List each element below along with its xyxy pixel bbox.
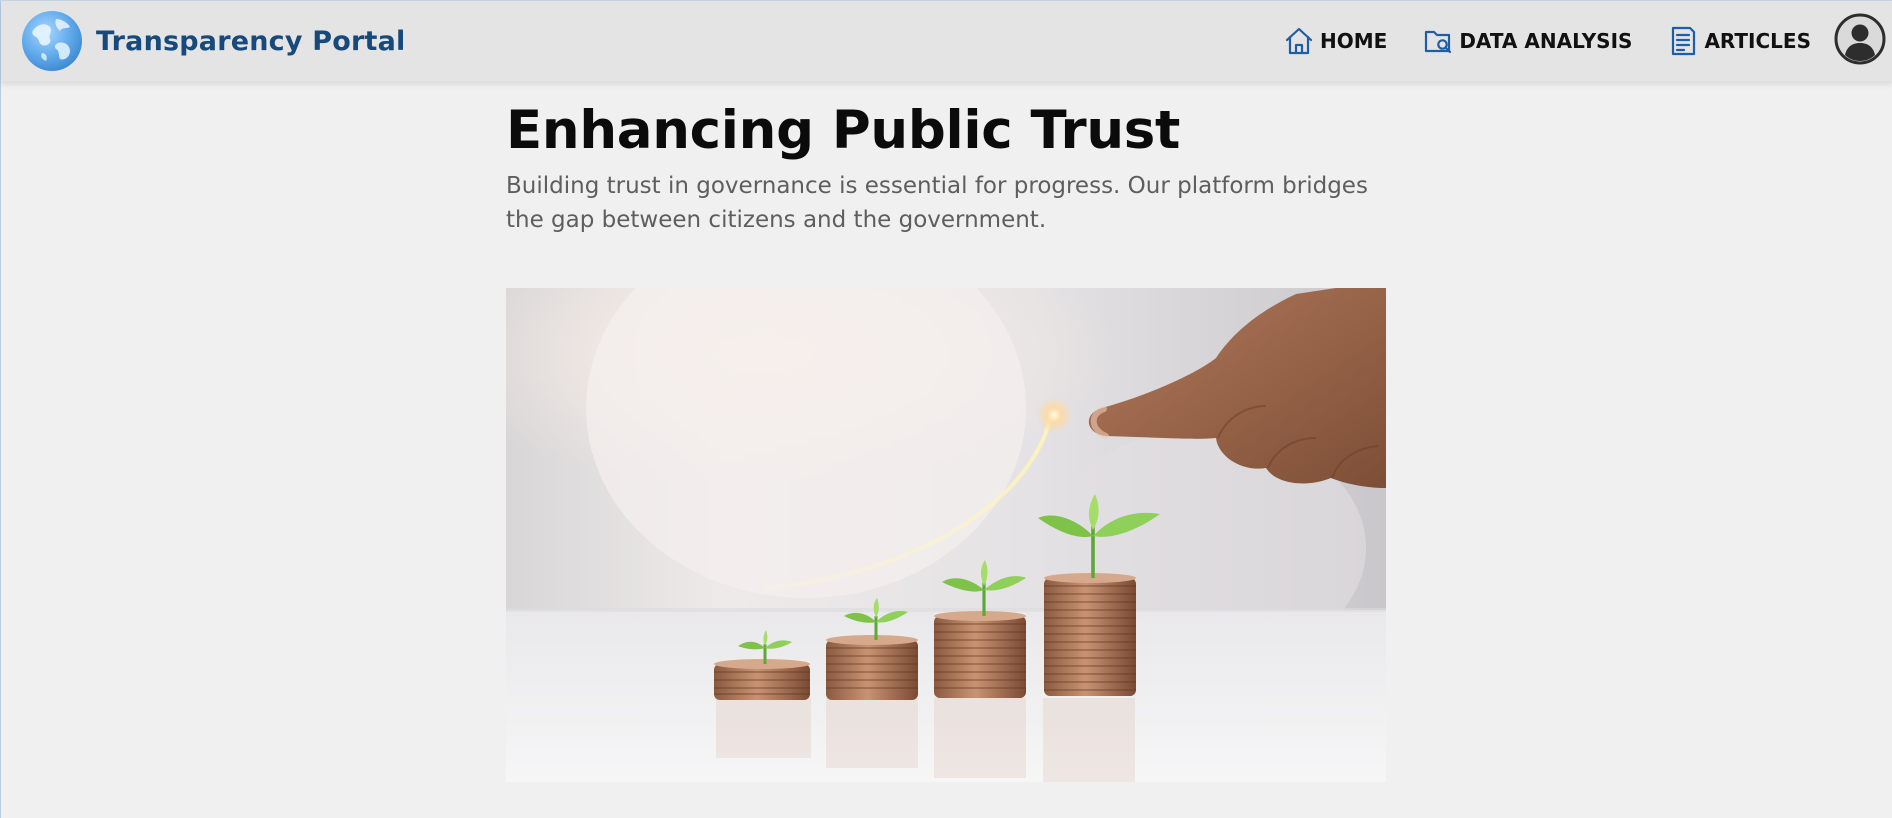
folder-search-icon [1425,30,1452,54]
main-navigation: HOME DATA ANALYSIS ARTICLES [1284,1,1811,81]
top-navigation-bar: Transparency Portal HOME DATA ANALYSIS A… [1,1,1892,81]
coin-stack-3 [934,611,1026,698]
coin-stacks-growth-illustration [506,288,1386,782]
main-content: Enhancing Public Trust Building trust in… [506,97,1386,237]
document-icon [1672,26,1696,56]
brand-name: Transparency Portal [96,25,406,57]
globe-icon [22,11,82,71]
hero-image [506,288,1386,782]
brand-home-link[interactable]: Transparency Portal [20,9,406,73]
nav-home-link[interactable]: HOME [1284,26,1387,56]
home-icon [1285,27,1313,55]
page-subtitle: Building trust in governance is essentia… [506,173,1368,233]
nav-articles-label: ARTICLES [1704,29,1811,53]
coin-stack-4 [1044,573,1136,696]
nav-data-analysis-link[interactable]: DATA ANALYSIS [1423,26,1632,56]
page: Transparency Portal HOME DATA ANALYSIS A… [0,0,1892,818]
page-title: Enhancing Public Trust [506,100,1181,161]
coin-stack-2 [826,635,918,700]
user-profile-button[interactable] [1834,13,1886,65]
nav-data-analysis-label: DATA ANALYSIS [1459,29,1633,53]
nav-home-label: HOME [1320,29,1388,53]
user-avatar-icon [1834,13,1886,65]
nav-articles-link[interactable]: ARTICLES [1668,26,1811,56]
coin-stack-1 [714,659,810,700]
